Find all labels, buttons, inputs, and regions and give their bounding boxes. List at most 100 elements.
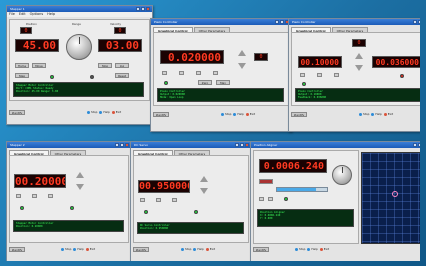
control-button-2[interactable] [268, 197, 273, 201]
zero-button[interactable]: Zero [198, 80, 212, 85]
help-footer[interactable]: Help [73, 247, 84, 251]
control-button-3[interactable] [196, 71, 201, 75]
screenshot-stage: Stepper 1 File Edit Options Help Positio… [6, 5, 420, 261]
menu-options[interactable]: Options [30, 12, 44, 17]
help-footer-label: Help [237, 112, 244, 116]
move-button[interactable]: Move [32, 63, 46, 68]
decrease-arrow[interactable] [355, 65, 363, 71]
increase-arrow[interactable] [238, 50, 246, 56]
position-label: Position [26, 22, 37, 26]
step-button[interactable]: Step [15, 73, 29, 78]
menu-file[interactable]: File [9, 12, 15, 17]
control-button-2[interactable] [317, 73, 322, 77]
minimize-icon[interactable] [413, 20, 417, 24]
control-button-2[interactable] [156, 198, 161, 202]
minimize-icon[interactable] [115, 143, 119, 147]
identify-button[interactable]: Identify [291, 111, 307, 117]
reset-button[interactable]: Reset [115, 73, 129, 78]
stop-icon [87, 110, 90, 114]
menu-bar: File Edit Options Help [7, 12, 152, 17]
decrease-arrow[interactable] [76, 184, 84, 190]
decrease-arrow[interactable] [200, 188, 208, 194]
status-line-3: Y: 0.000 [260, 217, 273, 221]
stop-footer[interactable]: Stop [359, 112, 369, 116]
home-button[interactable]: Home [15, 63, 29, 68]
maximize-icon[interactable] [280, 20, 284, 24]
control-button-4[interactable] [213, 71, 218, 75]
maximize-icon[interactable] [120, 143, 124, 147]
exit-footer[interactable]: Exit [245, 112, 255, 116]
position-display: 00.20000 [14, 174, 66, 188]
close-icon[interactable] [245, 143, 249, 147]
titlebar[interactable]: Position Aligner [251, 142, 420, 148]
minimize-icon[interactable] [136, 7, 140, 11]
increase-arrow[interactable] [355, 53, 363, 59]
help-footer[interactable]: Help [193, 247, 204, 251]
mode-button[interactable] [259, 179, 273, 184]
menu-edit[interactable]: Edit [19, 12, 26, 17]
control-button-3[interactable] [172, 198, 177, 202]
identify-button[interactable]: Identify [9, 109, 25, 115]
minimize-icon[interactable] [235, 143, 239, 147]
maximize-icon[interactable] [418, 20, 420, 24]
close-icon[interactable] [125, 143, 129, 147]
decrease-arrow[interactable] [238, 63, 246, 69]
control-button-1[interactable] [300, 73, 305, 77]
maximize-icon[interactable] [240, 143, 244, 147]
close-icon[interactable] [146, 7, 150, 11]
help-footer[interactable]: Help [371, 112, 382, 116]
window-title: Position Aligner [254, 143, 278, 147]
control-panel: 00.950000 DC Servo Controller Position: … [133, 155, 249, 243]
adjust-knob[interactable] [332, 165, 352, 185]
identify-button[interactable]: Identify [153, 111, 169, 117]
menu-help[interactable]: Help [47, 12, 55, 17]
footer-bar: Identify Stop Help Exit [253, 246, 420, 252]
window-title: DC Servo [134, 143, 148, 147]
control-button-2[interactable] [179, 71, 184, 75]
help-footer-label: Help [77, 247, 84, 251]
minimize-icon[interactable] [413, 143, 417, 147]
help-footer[interactable]: Help [233, 112, 244, 116]
max-button[interactable]: Max [216, 80, 230, 85]
help-icon [307, 247, 311, 251]
exit-footer[interactable]: Exit [111, 110, 121, 114]
stop-footer[interactable]: Stop [221, 112, 231, 116]
control-button-2[interactable] [32, 194, 37, 198]
help-footer[interactable]: Help [307, 247, 318, 251]
window-controls [413, 20, 420, 24]
position-knob[interactable] [66, 34, 92, 60]
maximize-icon[interactable] [418, 143, 420, 147]
jog-button[interactable]: Jog [115, 63, 129, 68]
servo-window: DC Servo Graphical Control Other Paramet… [130, 141, 252, 261]
control-button-1[interactable] [16, 194, 21, 198]
control-panel: 0 00.10000 00.036000 Piezo Controller Ou… [291, 32, 420, 106]
stop-footer[interactable]: Stop [87, 110, 97, 114]
control-button-3[interactable] [48, 194, 53, 198]
stop-footer-label: Stop [185, 247, 192, 251]
exit-footer-label: Exit [387, 112, 394, 116]
identify-button[interactable]: Identify [9, 246, 25, 252]
stop-footer-label: Stop [91, 110, 98, 114]
control-button-1[interactable] [259, 197, 264, 201]
control-button-1[interactable] [140, 198, 145, 202]
stop-button[interactable]: Stop [98, 63, 112, 68]
identify-button[interactable]: Identify [133, 246, 149, 252]
control-button-1[interactable] [162, 71, 167, 75]
identify-button[interactable]: Identify [253, 246, 269, 252]
maximize-icon[interactable] [141, 7, 145, 11]
exit-footer[interactable]: Exit [383, 112, 394, 116]
exit-footer[interactable]: Exit [205, 247, 215, 251]
stop-footer[interactable]: Stop [295, 247, 305, 251]
increase-arrow[interactable] [76, 172, 84, 178]
exit-footer[interactable]: Exit [319, 247, 329, 251]
position-grid-display[interactable] [361, 152, 420, 244]
increase-arrow[interactable] [200, 176, 208, 182]
status-panel: Position Aligner X: 0.0006.240 Y: 0.000 [257, 209, 354, 227]
control-button-3[interactable] [334, 73, 339, 77]
minimize-icon[interactable] [275, 20, 279, 24]
stop-footer[interactable]: Stop [181, 247, 191, 251]
progress-fill [277, 188, 316, 191]
stop-footer[interactable]: Stop [61, 247, 71, 251]
exit-footer[interactable]: Exit [85, 247, 95, 251]
help-footer[interactable]: Help [99, 110, 110, 114]
